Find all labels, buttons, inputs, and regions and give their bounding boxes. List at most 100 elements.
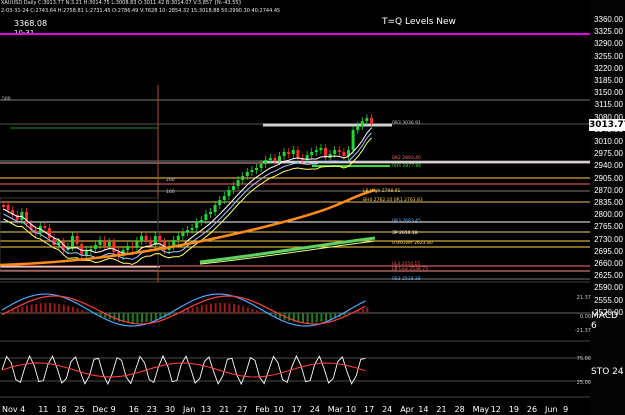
candle: [264, 160, 268, 164]
candle: [365, 118, 369, 121]
candle: [282, 152, 286, 156]
macd-histogram-bar: [256, 310, 258, 313]
candle: [135, 241, 139, 248]
macd-histogram-bar: [311, 313, 314, 323]
sto-label: STO 24: [591, 367, 624, 377]
macd-histogram-bar: [288, 313, 291, 321]
candle: [227, 190, 231, 196]
macd-value-mid: 0.00: [579, 314, 591, 320]
macd-histogram-bar: [62, 304, 65, 313]
macd-histogram-bar: [196, 306, 199, 313]
date-tick: 16: [128, 405, 139, 414]
macd-histogram-bar: [21, 306, 24, 313]
macd-histogram-bar: [113, 313, 116, 321]
date-tick: 21: [436, 405, 447, 414]
candle: [314, 150, 318, 152]
price-axis[interactable]: 3360.00 3325.00 3290.00 3255.00 3220.00 3185.…: [590, 0, 625, 415]
macd-histogram-bar: [366, 307, 369, 313]
macd-histogram-bar: [12, 309, 15, 313]
candle: [310, 152, 314, 155]
price-tick: 2555.00: [594, 295, 623, 305]
ma-green: [199, 236, 376, 264]
candle: [103, 240, 107, 246]
macd-histogram-bar: [315, 313, 318, 323]
level-label: 0S3 2518.38: [392, 277, 421, 282]
candle: [140, 236, 143, 241]
macd-histogram-bar: [228, 303, 231, 313]
candle: [2, 205, 5, 207]
candle: [337, 150, 341, 152]
candle: [52, 238, 56, 245]
candle: [209, 212, 212, 214]
date-tick: 17: [291, 405, 302, 414]
level-label: LB Low 2538.73: [392, 267, 428, 272]
level-label: 0.9xOver 2623.80: [392, 241, 433, 246]
date-tick: Nov: [2, 405, 18, 414]
macd-histogram-bar: [154, 313, 157, 321]
price-tick: 3115.00: [594, 100, 623, 110]
macd-histogram-bar: [136, 313, 139, 323]
price-chart[interactable]: [0, 0, 625, 415]
candle: [149, 240, 153, 245]
price-tick: 3255.00: [594, 51, 623, 61]
macd-label: MACD 6: [591, 311, 618, 331]
chart-label-mid-a: 200: [166, 178, 175, 183]
candle: [273, 158, 277, 161]
price-tick: 2765.00: [594, 222, 623, 232]
candle: [190, 228, 194, 230]
macd-histogram-bar: [214, 303, 217, 313]
sto-value-bottom: 25.00: [576, 380, 591, 386]
date-tick: 30: [164, 405, 176, 414]
date-tick: 9: [110, 405, 116, 414]
macd-histogram-bar: [141, 313, 143, 323]
candle: [268, 158, 272, 160]
price-tick: 2730.00: [594, 234, 623, 244]
level-label: BH4 2762.10 0R1 2763.83: [363, 198, 423, 203]
price-tick: 2870.00: [594, 185, 623, 195]
level-label: 0HS 2877.86: [392, 164, 422, 169]
macd-value-bottom: -21.37: [574, 328, 591, 334]
price-tick: 3290.00: [594, 39, 623, 49]
macd-histogram-bar: [35, 303, 38, 313]
candle: [181, 232, 185, 236]
candle: [112, 242, 116, 252]
date-tick: 11: [38, 405, 49, 414]
date-tick: 25: [74, 405, 85, 414]
date-tick: 4: [20, 405, 26, 414]
date-tick: May: [472, 405, 490, 414]
macd-histogram-bar: [205, 304, 208, 313]
date-tick: 18: [56, 405, 67, 414]
macd-histogram-bar: [81, 309, 84, 313]
candle: [356, 126, 360, 130]
price-tick: 2660.00: [594, 259, 623, 268]
candle: [43, 226, 47, 228]
level-label: 3P 2650.18: [392, 231, 418, 236]
price-tick: 3360.00: [594, 15, 623, 24]
candle: [291, 150, 295, 154]
candle: [342, 152, 346, 156]
date-tick: Dec: [92, 405, 108, 414]
macd-histogram-bar: [246, 307, 249, 313]
candle: [319, 148, 323, 150]
price-tick: 2905.00: [594, 173, 623, 183]
date-tick: Feb: [255, 405, 270, 414]
macd-histogram-bar: [30, 304, 33, 313]
candle: [158, 236, 162, 242]
candle: [186, 230, 189, 232]
candle: [98, 240, 102, 245]
level-label: 0R3 3036.91: [392, 121, 421, 126]
candle: [199, 220, 203, 222]
candle: [245, 172, 249, 176]
date-tick: 9: [563, 405, 569, 414]
macd-histogram-bar: [72, 307, 74, 313]
macd-histogram-bar: [67, 305, 70, 313]
price-tick: 2625.00: [594, 271, 623, 281]
candle: [204, 214, 208, 220]
candle: [195, 222, 199, 228]
candle: [370, 118, 373, 124]
price-tick: 2800.00: [594, 210, 623, 220]
current-price-label: 3013.77: [589, 119, 625, 131]
date-tick: 27: [237, 405, 248, 414]
candle: [259, 164, 263, 168]
sto-value-top: 75.00: [576, 356, 591, 362]
